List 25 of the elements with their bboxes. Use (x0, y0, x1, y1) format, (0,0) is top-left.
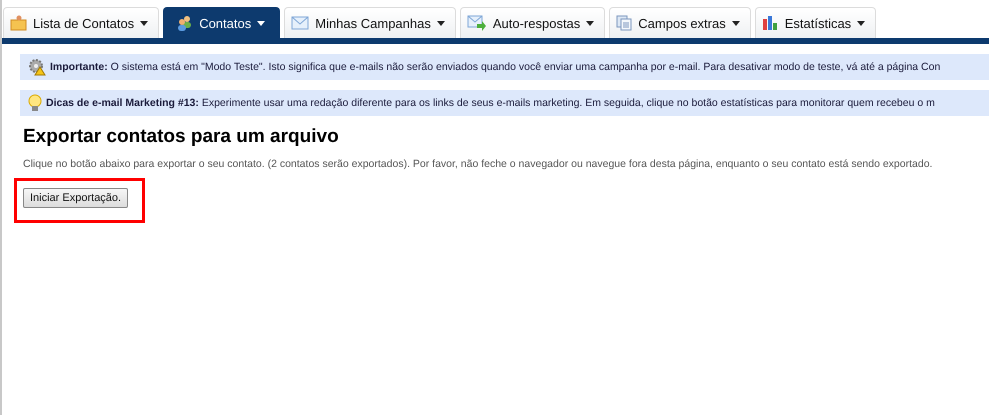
caret-icon (857, 20, 866, 26)
lightbulb-icon (28, 94, 42, 112)
notice-text: Dicas de e-mail Marketing #13: Experimente usar uma redação diferente para os links de seus e-mails marketing. Em seguida, clique no botão estatísticas para monitorar quem recebeu o m (46, 97, 935, 109)
caret-icon (140, 20, 148, 26)
people-icon (176, 15, 194, 31)
nav-tab[interactable]: Lista de Contatos (3, 7, 160, 38)
nav-tab[interactable]: Auto-respostas (460, 7, 606, 38)
bar-chart-icon (762, 15, 779, 31)
envelope-arrow-icon (466, 15, 487, 31)
documents-icon (616, 15, 632, 31)
caret-icon (586, 20, 594, 26)
envelope-icon (291, 16, 310, 30)
nav-tab[interactable]: Campos extras (609, 7, 751, 38)
gear-warning-icon (28, 58, 46, 76)
folder-icon (10, 15, 27, 31)
caret-icon (436, 20, 445, 26)
start-export-button[interactable]: Iniciar Exportação. (23, 188, 128, 208)
nav-tab[interactable]: Estatísticas (754, 7, 876, 38)
caret-icon (732, 20, 740, 26)
description-text: Clique no botão abaixo para exportar o seu contato. (2 contatos serão exportados). Por favor, não feche o navegador ou navegue fora desta página, enquanto o seu contato está sendo exportado. (23, 158, 934, 170)
caret-icon (257, 20, 266, 26)
nav-tab[interactable]: Contatos (163, 7, 280, 38)
page-heading: Exportar contatos para um arquivo (23, 126, 340, 148)
notice-text: Importante: O sistema está em "Modo Teste". Isto significa que e-mails não serão enviados quando você enviar uma campanha por e-mail. Para desativar modo de teste, vá até a página Con (50, 61, 940, 73)
nav-tab[interactable]: Minhas Campanhas (284, 7, 456, 38)
